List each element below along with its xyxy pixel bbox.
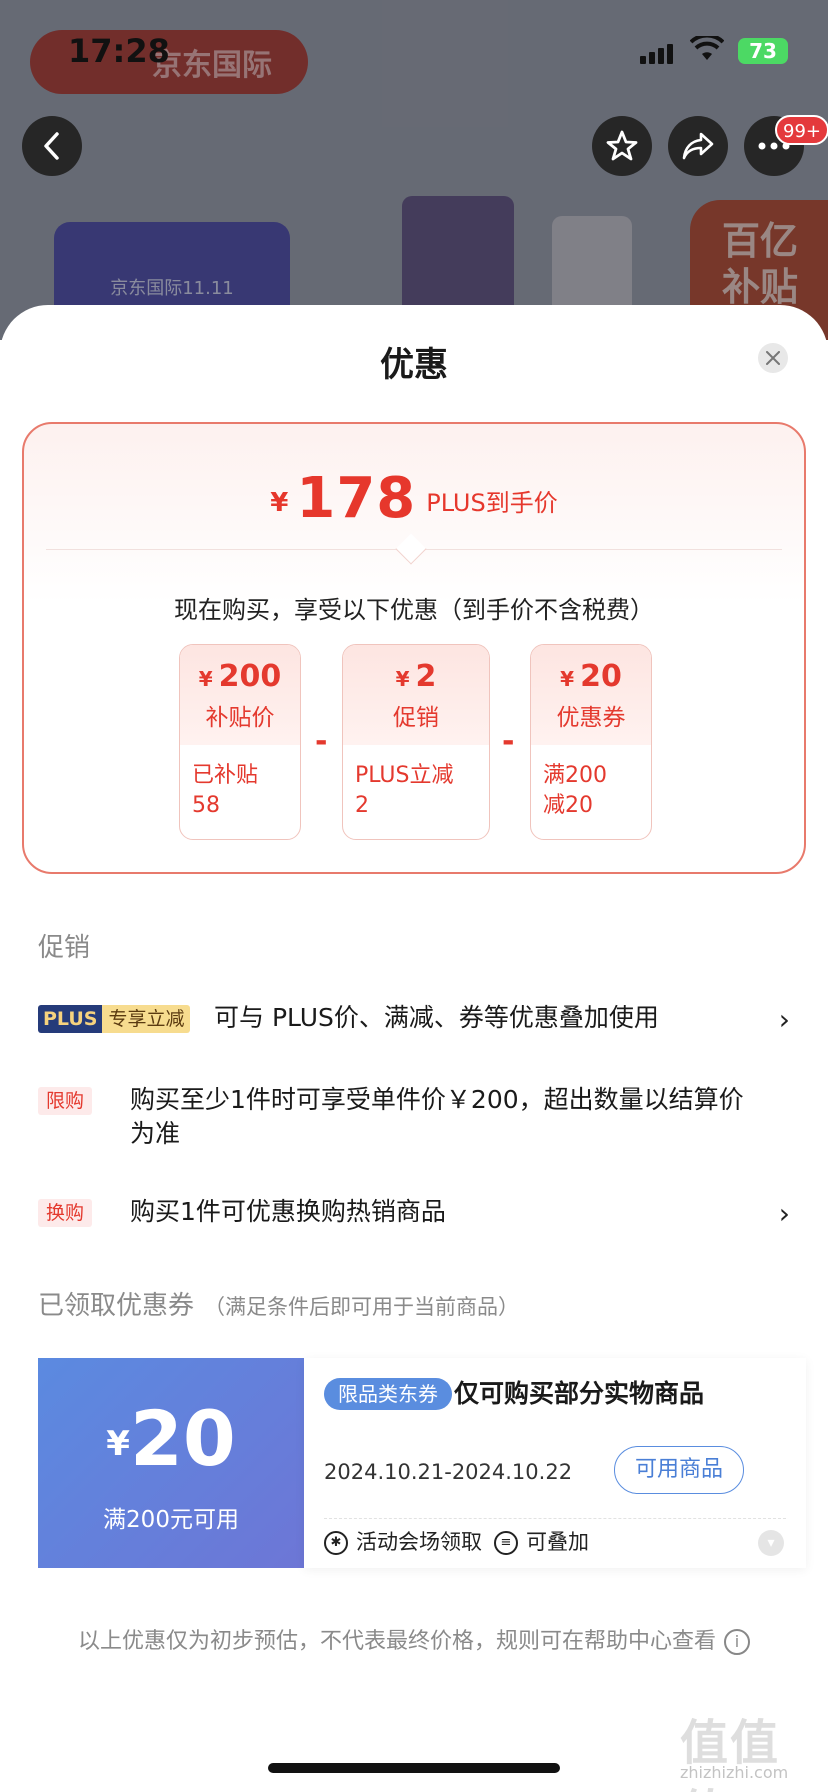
back-button[interactable] [22, 116, 82, 176]
coupon-validity: 2024.10.21-2024.10.22 [324, 1460, 573, 1484]
promo-text: 购买1件可优惠换购热销商品 [130, 1197, 446, 1226]
background-page: 京东国际 京东国际11.11 百亿 补贴 17:28 73 99+ [0, 0, 828, 340]
star-icon [606, 130, 638, 161]
coupon-source: ✱ 活动会场领取 [324, 1528, 482, 1556]
final-price: ¥178 PLUS到手价 [270, 466, 558, 531]
breakdown-card-subsidy-price: ¥200 补贴价 已补贴 58 [179, 644, 301, 840]
sheet-title: 优惠 [380, 345, 448, 385]
coupon-details: 限品类东券 仅可购买部分实物商品 2024.10.21-2024.10.22 可… [304, 1358, 806, 1568]
coupon-condition: 满200元可用 [103, 1507, 239, 1533]
close-icon [766, 351, 780, 365]
coupon-card: ¥20 满200元可用 限品类东券 仅可购买部分实物商品 2024.10.21-… [32, 1358, 806, 1568]
plus-exclusive-tag: PLUS 专享立减 [38, 1005, 191, 1033]
favorite-button[interactable] [592, 116, 652, 176]
share-icon [682, 132, 714, 160]
coupons-section-title: 已领取优惠券 （满足条件后即可用于当前商品） [38, 1291, 520, 1321]
coupon-title: 仅可购买部分实物商品 [454, 1379, 705, 1408]
price-summary-box: ¥178 PLUS到手价 现在购买，享受以下优惠（到手价不含税费） ¥200 补贴价… [22, 422, 806, 874]
battery-icon: 73 [738, 38, 788, 64]
signal-icon [640, 44, 676, 64]
purchase-limit-tag: 限购 [38, 1087, 93, 1115]
breakdown-card-promotion: ¥2 促销 PLUS立减 2 [342, 644, 490, 840]
promo-text: 可与 PLUS价、满减、券等优惠叠加使用 [214, 1003, 659, 1032]
notification-badge: 99+ [775, 115, 828, 145]
close-button[interactable] [758, 343, 788, 373]
available-products-button[interactable]: 可用商品 [614, 1446, 744, 1494]
minus-sign: - [315, 724, 328, 759]
stack-icon: ≡ [494, 1531, 518, 1555]
disclaimer: 以上优惠仅为初步预估，不代表最终价格，规则可在帮助中心查看 i [0, 1623, 828, 1655]
wifi-icon [690, 36, 724, 60]
home-indicator[interactable] [268, 1763, 560, 1773]
ticket-icon: ✱ [324, 1531, 348, 1555]
discount-sheet: 优惠 ¥178 PLUS到手价 现在购买，享受以下优惠（到手价不含税费） ¥200… [0, 305, 828, 1792]
coupon-value: ¥20 满200元可用 [32, 1358, 304, 1568]
coupon-stackable: ≡ 可叠加 [494, 1528, 589, 1556]
coupon-category-tag: 限品类东券 [324, 1378, 452, 1410]
exchange-tag: 换购 [38, 1199, 93, 1227]
info-icon[interactable]: i [724, 1629, 750, 1655]
minus-sign: - [502, 724, 515, 759]
chevron-right-icon: › [778, 1003, 790, 1036]
clock: 17:28 [68, 32, 170, 70]
promo-row-purchase-limit: 限购 购买至少1件时可享受单件价￥200，超出数量以结算价为准 [38, 1085, 790, 1148]
chevron-left-icon [44, 132, 59, 160]
status-bar: 17:28 73 [0, 0, 828, 100]
promo-text: 购买至少1件时可享受单件价￥200，超出数量以结算价为准 [130, 1085, 744, 1148]
promotions-section-title: 促销 [38, 933, 91, 963]
promo-row-plus[interactable]: PLUS 专享立减 可与 PLUS价、满减、券等优惠叠加使用 › [38, 1003, 790, 1036]
expand-icon[interactable]: ▾ [758, 1530, 784, 1556]
watermark-url: zhizhizhi.com [680, 1763, 789, 1782]
chevron-right-icon: › [778, 1197, 790, 1230]
breakdown-card-coupon: ¥20 优惠券 满200 减20 [530, 644, 652, 840]
share-button[interactable] [668, 116, 728, 176]
price-description: 现在购买，享受以下优惠（到手价不含税费） [174, 596, 654, 624]
promo-row-exchange[interactable]: 换购 购买1件可优惠换购热销商品 › [38, 1197, 790, 1230]
